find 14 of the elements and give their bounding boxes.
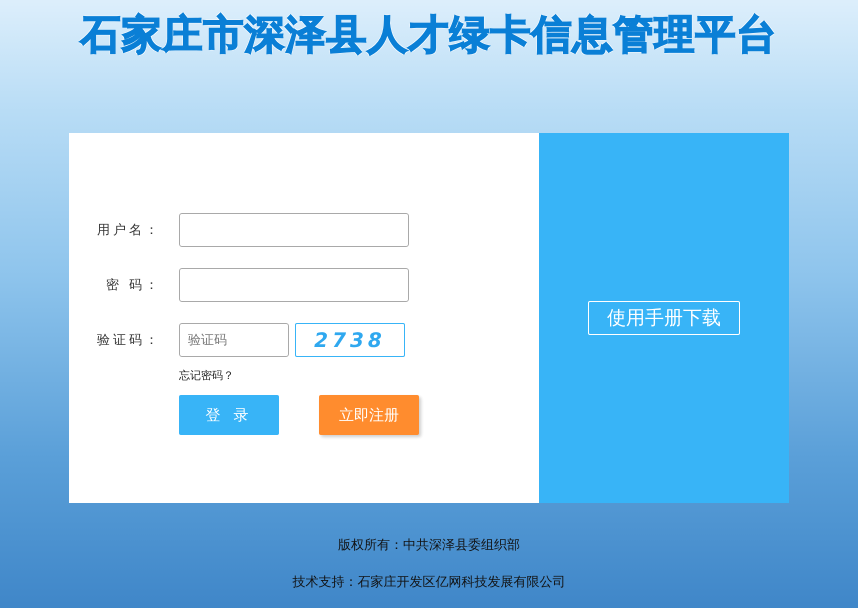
page-title: 石家庄市深泽县人才绿卡信息管理平台 (80, 11, 778, 60)
register-button[interactable]: 立即注册 (319, 395, 419, 435)
login-button[interactable]: 登 录 (179, 395, 279, 435)
forgot-password-link[interactable]: 忘记密码？ (179, 368, 234, 383)
footer-text: 版权所有：中共深泽县委组织部 (338, 537, 520, 554)
username-field[interactable] (179, 213, 409, 247)
field-label: 用户名： (96, 222, 161, 239)
field-label: 验证码： (96, 332, 161, 349)
captcha-image[interactable]: 2738 (295, 323, 405, 357)
password-field[interactable] (179, 268, 409, 302)
footer-text: 技术支持：石家庄开发区亿网科技发展有限公司 (292, 574, 566, 591)
field-label: 密 码： (104, 277, 161, 294)
captcha-field[interactable]: 验证码 (179, 323, 289, 357)
manual-download-button[interactable]: 使用手册下载 (588, 301, 740, 335)
